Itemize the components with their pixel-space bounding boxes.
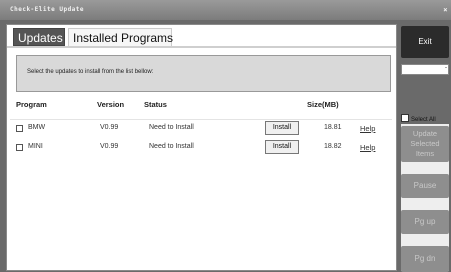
- checkbox-icon: [401, 114, 409, 122]
- title-bar: Check-Elite Update ×: [0, 0, 451, 20]
- program-size: 18.82: [324, 143, 342, 150]
- tab-installed-programs[interactable]: Installed Programs: [68, 28, 173, 46]
- help-link[interactable]: Help: [360, 143, 375, 152]
- pause-button[interactable]: Pause: [401, 174, 449, 198]
- program-status: Need to Install: [149, 124, 194, 131]
- header-version: Version: [97, 100, 125, 109]
- program-name: BMW: [28, 124, 46, 131]
- dash-icon: -: [445, 65, 447, 71]
- program-version: V0.99: [100, 124, 119, 131]
- help-link[interactable]: Help: [360, 124, 375, 133]
- header-program: Program: [16, 100, 47, 109]
- close-icon[interactable]: ×: [443, 0, 448, 20]
- sidebar-field[interactable]: -: [401, 64, 449, 75]
- program-version: V0.99: [100, 143, 119, 150]
- select-all-checkbox[interactable]: Select All: [401, 114, 436, 123]
- header-status: Status: [144, 100, 167, 109]
- window-title: Check-Elite Update: [10, 6, 85, 13]
- main-panel: Updates Installed Programs Select the up…: [6, 24, 397, 271]
- table-row: MINI V0.99 Need to Install Install 18.82…: [10, 139, 392, 157]
- install-button[interactable]: Install: [265, 121, 299, 135]
- select-all-label: Select All: [411, 117, 436, 123]
- row-checkbox[interactable]: [16, 125, 23, 132]
- instructions-box: Select the updates to install from the l…: [16, 55, 391, 92]
- program-status: Need to Install: [149, 143, 194, 150]
- table-row: BMW V0.99 Need to Install Install 18.81 …: [10, 119, 392, 138]
- program-name: MINI: [28, 143, 43, 150]
- install-button[interactable]: Install: [265, 140, 299, 154]
- tab-updates[interactable]: Updates: [13, 28, 65, 46]
- instructions-text: Select the updates to install from the l…: [27, 69, 154, 75]
- header-size: Size(MB): [307, 100, 339, 109]
- page-down-button[interactable]: Pg dn: [401, 246, 449, 272]
- update-selected-button[interactable]: Update Selected Items: [401, 126, 449, 162]
- row-checkbox[interactable]: [16, 144, 23, 151]
- tab-divider: [7, 46, 396, 48]
- exit-button[interactable]: Exit: [401, 26, 449, 58]
- program-size: 18.81: [324, 124, 342, 131]
- page-up-button[interactable]: Pg up: [401, 210, 449, 234]
- sidebar: Exit - Select All Update Selected Items …: [398, 24, 451, 272]
